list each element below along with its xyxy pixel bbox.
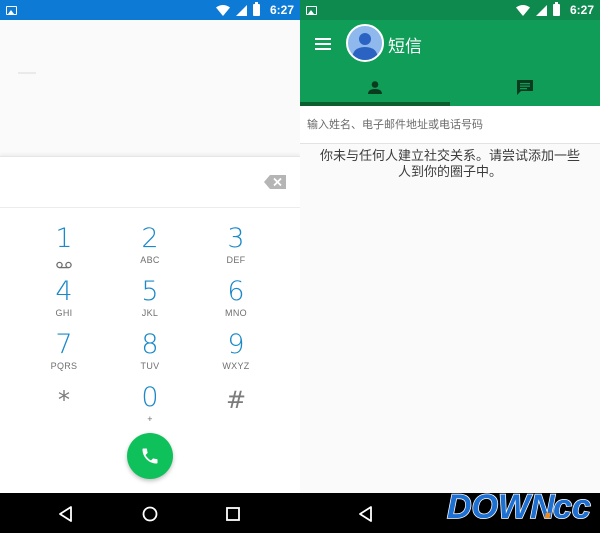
dial-key-3[interactable]: 3 DEF <box>196 224 276 276</box>
wifi-icon <box>515 4 530 16</box>
tab-contacts[interactable] <box>300 68 450 106</box>
tab-conversations[interactable] <box>450 68 600 106</box>
avatar[interactable] <box>346 24 384 62</box>
key-letters: MNO <box>225 308 247 318</box>
dial-key-6[interactable]: 6 MNO <box>196 277 276 329</box>
down-cc-watermark-logo: DOWN . cc <box>446 487 591 527</box>
key-digit: 4 <box>55 276 73 307</box>
dial-key-8[interactable]: 8 TUV <box>110 330 190 382</box>
empty-message-line-1: 你未与任何人建立社交关系。请尝试添加一些 <box>319 149 580 164</box>
key-letters: TUV <box>140 361 160 371</box>
key-digit: 7 <box>55 329 73 360</box>
image-notification-icon <box>6 5 17 15</box>
phone-icon <box>142 448 158 464</box>
image-notification-icon <box>306 5 317 15</box>
voicemail-icon <box>56 261 72 269</box>
dial-key-7[interactable]: 7 PQRS <box>24 330 104 382</box>
call-button[interactable] <box>127 433 173 479</box>
status-bar: 6:27 <box>300 0 600 20</box>
battery-icon <box>552 2 560 16</box>
empty-message-line-2: 人到你的圈子中。 <box>397 165 502 180</box>
dial-key-0[interactable]: 0 + <box>110 383 190 435</box>
dial-key-4[interactable]: 4 GHI <box>24 277 104 329</box>
app-title: 短信 <box>388 37 422 57</box>
signal-icon <box>235 4 247 16</box>
key-symbol: # <box>225 386 247 414</box>
key-digit: 2 <box>141 223 159 254</box>
key-letters: WXYZ <box>222 361 250 371</box>
key-letters: PQRS <box>50 361 78 371</box>
battery-icon <box>252 2 260 16</box>
contact-search-row <box>300 106 600 144</box>
status-bar: 6:27 <box>0 0 300 20</box>
back-icon[interactable] <box>57 505 75 523</box>
dial-number-field[interactable] <box>0 156 300 208</box>
dial-key-1[interactable]: 1 <box>24 224 104 276</box>
app-header: 短信 <box>300 20 600 106</box>
key-digit: 3 <box>227 223 245 254</box>
backspace-icon[interactable] <box>264 175 286 189</box>
key-letters: + <box>147 414 153 424</box>
back-icon[interactable] <box>357 505 375 523</box>
screen-pair: 6:27 1 2 ABC 3 DEF 4 GHI 5 JKL 6 MNO 7 P… <box>0 0 600 533</box>
key-letters: GHI <box>55 308 73 318</box>
key-digit: 0 <box>141 382 159 413</box>
empty-circles-message: 你未与任何人建立社交关系。请尝试添加一些 人到你的圈子中。 <box>300 149 600 181</box>
key-symbol: * <box>58 386 70 414</box>
messaging-screen: 6:27 短信 输入姓名、电子邮件地址或电话号码 你未与任何人建立社交关系。请尝… <box>300 0 600 533</box>
chat-icon <box>517 79 533 95</box>
dial-key-5[interactable]: 5 JKL <box>110 277 190 329</box>
key-letters: ABC <box>140 255 160 265</box>
wifi-icon <box>215 4 230 16</box>
key-digit: 1 <box>55 223 73 254</box>
key-digit: 6 <box>227 276 245 307</box>
key-letters: DEF <box>226 255 246 265</box>
svg-text:cc: cc <box>553 488 591 526</box>
person-icon <box>368 80 382 94</box>
key-digit: 8 <box>141 329 159 360</box>
home-icon[interactable] <box>141 505 159 523</box>
status-time: 6:27 <box>569 3 594 17</box>
key-letters: JKL <box>141 308 159 318</box>
dialer-screen: 6:27 1 2 ABC 3 DEF 4 GHI 5 JKL 6 MNO 7 P… <box>0 0 300 533</box>
dial-key-star[interactable]: * <box>24 385 104 437</box>
system-icons: 6:27 <box>215 2 294 17</box>
key-digit: 5 <box>141 276 159 307</box>
status-time: 6:27 <box>269 3 294 17</box>
menu-icon[interactable] <box>315 38 331 50</box>
dialer-blank-area <box>0 20 300 156</box>
person-silhouette-icon <box>352 33 378 60</box>
dial-key-9[interactable]: 9 WXYZ <box>196 330 276 382</box>
signal-icon <box>535 4 547 16</box>
key-digit: 9 <box>227 329 245 360</box>
contact-search-input[interactable] <box>300 106 600 143</box>
recents-icon[interactable] <box>224 505 242 523</box>
svg-text:DOWN: DOWN <box>447 488 556 526</box>
dial-key-2[interactable]: 2 ABC <box>110 224 190 276</box>
system-icons: 6:27 <box>515 2 594 17</box>
dial-key-hash[interactable]: # <box>196 385 276 437</box>
